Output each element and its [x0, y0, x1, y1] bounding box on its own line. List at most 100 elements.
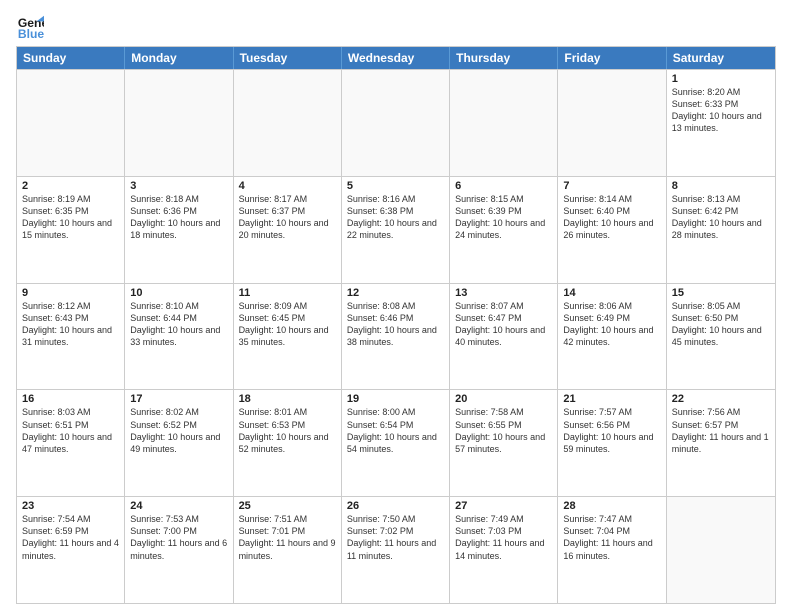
day-number: 5 — [347, 180, 444, 192]
day-number: 1 — [672, 73, 770, 85]
day-cell-empty-0-0 — [17, 70, 125, 176]
day-info: Sunrise: 8:18 AM Sunset: 6:36 PM Dayligh… — [130, 193, 227, 242]
day-cell-22: 22Sunrise: 7:56 AM Sunset: 6:57 PM Dayli… — [667, 390, 775, 496]
day-info: Sunrise: 8:09 AM Sunset: 6:45 PM Dayligh… — [239, 300, 336, 349]
day-info: Sunrise: 7:53 AM Sunset: 7:00 PM Dayligh… — [130, 513, 227, 562]
day-cell-26: 26Sunrise: 7:50 AM Sunset: 7:02 PM Dayli… — [342, 497, 450, 603]
day-number: 8 — [672, 180, 770, 192]
day-cell-20: 20Sunrise: 7:58 AM Sunset: 6:55 PM Dayli… — [450, 390, 558, 496]
day-number: 9 — [22, 287, 119, 299]
day-cell-4: 4Sunrise: 8:17 AM Sunset: 6:37 PM Daylig… — [234, 177, 342, 283]
day-cell-15: 15Sunrise: 8:05 AM Sunset: 6:50 PM Dayli… — [667, 284, 775, 390]
day-info: Sunrise: 8:06 AM Sunset: 6:49 PM Dayligh… — [563, 300, 660, 349]
day-info: Sunrise: 8:05 AM Sunset: 6:50 PM Dayligh… — [672, 300, 770, 349]
week-row-4: 16Sunrise: 8:03 AM Sunset: 6:51 PM Dayli… — [17, 389, 775, 496]
day-info: Sunrise: 8:14 AM Sunset: 6:40 PM Dayligh… — [563, 193, 660, 242]
day-cell-empty-0-1 — [125, 70, 233, 176]
day-info: Sunrise: 7:47 AM Sunset: 7:04 PM Dayligh… — [563, 513, 660, 562]
day-number: 16 — [22, 393, 119, 405]
day-number: 27 — [455, 500, 552, 512]
day-number: 11 — [239, 287, 336, 299]
day-number: 19 — [347, 393, 444, 405]
day-number: 6 — [455, 180, 552, 192]
day-info: Sunrise: 8:20 AM Sunset: 6:33 PM Dayligh… — [672, 86, 770, 135]
day-info: Sunrise: 8:13 AM Sunset: 6:42 PM Dayligh… — [672, 193, 770, 242]
day-cell-8: 8Sunrise: 8:13 AM Sunset: 6:42 PM Daylig… — [667, 177, 775, 283]
day-cell-2: 2Sunrise: 8:19 AM Sunset: 6:35 PM Daylig… — [17, 177, 125, 283]
day-info: Sunrise: 8:01 AM Sunset: 6:53 PM Dayligh… — [239, 406, 336, 455]
day-cell-empty-0-4 — [450, 70, 558, 176]
day-cell-5: 5Sunrise: 8:16 AM Sunset: 6:38 PM Daylig… — [342, 177, 450, 283]
day-number: 21 — [563, 393, 660, 405]
day-number: 28 — [563, 500, 660, 512]
day-cell-3: 3Sunrise: 8:18 AM Sunset: 6:36 PM Daylig… — [125, 177, 233, 283]
day-number: 17 — [130, 393, 227, 405]
day-info: Sunrise: 8:15 AM Sunset: 6:39 PM Dayligh… — [455, 193, 552, 242]
day-cell-16: 16Sunrise: 8:03 AM Sunset: 6:51 PM Dayli… — [17, 390, 125, 496]
day-cell-9: 9Sunrise: 8:12 AM Sunset: 6:43 PM Daylig… — [17, 284, 125, 390]
weekday-header-monday: Monday — [125, 47, 233, 69]
day-number: 10 — [130, 287, 227, 299]
page: General Blue SundayMondayTuesdayWednesda… — [0, 0, 792, 612]
day-info: Sunrise: 7:58 AM Sunset: 6:55 PM Dayligh… — [455, 406, 552, 455]
day-number: 12 — [347, 287, 444, 299]
day-cell-18: 18Sunrise: 8:01 AM Sunset: 6:53 PM Dayli… — [234, 390, 342, 496]
day-number: 20 — [455, 393, 552, 405]
day-cell-19: 19Sunrise: 8:00 AM Sunset: 6:54 PM Dayli… — [342, 390, 450, 496]
weekday-header-sunday: Sunday — [17, 47, 125, 69]
day-info: Sunrise: 8:16 AM Sunset: 6:38 PM Dayligh… — [347, 193, 444, 242]
weekday-header-thursday: Thursday — [450, 47, 558, 69]
calendar: SundayMondayTuesdayWednesdayThursdayFrid… — [16, 46, 776, 604]
day-cell-12: 12Sunrise: 8:08 AM Sunset: 6:46 PM Dayli… — [342, 284, 450, 390]
weekday-header-tuesday: Tuesday — [234, 47, 342, 69]
day-cell-empty-4-6 — [667, 497, 775, 603]
day-info: Sunrise: 7:49 AM Sunset: 7:03 PM Dayligh… — [455, 513, 552, 562]
week-row-1: 1Sunrise: 8:20 AM Sunset: 6:33 PM Daylig… — [17, 69, 775, 176]
day-info: Sunrise: 8:02 AM Sunset: 6:52 PM Dayligh… — [130, 406, 227, 455]
day-info: Sunrise: 7:51 AM Sunset: 7:01 PM Dayligh… — [239, 513, 336, 562]
day-info: Sunrise: 8:07 AM Sunset: 6:47 PM Dayligh… — [455, 300, 552, 349]
day-info: Sunrise: 8:03 AM Sunset: 6:51 PM Dayligh… — [22, 406, 119, 455]
day-cell-27: 27Sunrise: 7:49 AM Sunset: 7:03 PM Dayli… — [450, 497, 558, 603]
day-number: 26 — [347, 500, 444, 512]
day-cell-23: 23Sunrise: 7:54 AM Sunset: 6:59 PM Dayli… — [17, 497, 125, 603]
day-info: Sunrise: 7:57 AM Sunset: 6:56 PM Dayligh… — [563, 406, 660, 455]
day-number: 14 — [563, 287, 660, 299]
weekday-header-friday: Friday — [558, 47, 666, 69]
day-cell-13: 13Sunrise: 8:07 AM Sunset: 6:47 PM Dayli… — [450, 284, 558, 390]
svg-text:Blue: Blue — [18, 27, 44, 40]
day-info: Sunrise: 8:19 AM Sunset: 6:35 PM Dayligh… — [22, 193, 119, 242]
day-number: 7 — [563, 180, 660, 192]
day-number: 4 — [239, 180, 336, 192]
day-cell-6: 6Sunrise: 8:15 AM Sunset: 6:39 PM Daylig… — [450, 177, 558, 283]
weekday-header-wednesday: Wednesday — [342, 47, 450, 69]
day-number: 3 — [130, 180, 227, 192]
day-cell-17: 17Sunrise: 8:02 AM Sunset: 6:52 PM Dayli… — [125, 390, 233, 496]
day-cell-empty-0-5 — [558, 70, 666, 176]
day-number: 2 — [22, 180, 119, 192]
day-cell-10: 10Sunrise: 8:10 AM Sunset: 6:44 PM Dayli… — [125, 284, 233, 390]
day-info: Sunrise: 8:00 AM Sunset: 6:54 PM Dayligh… — [347, 406, 444, 455]
weekday-header-saturday: Saturday — [667, 47, 775, 69]
week-row-3: 9Sunrise: 8:12 AM Sunset: 6:43 PM Daylig… — [17, 283, 775, 390]
day-cell-11: 11Sunrise: 8:09 AM Sunset: 6:45 PM Dayli… — [234, 284, 342, 390]
day-cell-25: 25Sunrise: 7:51 AM Sunset: 7:01 PM Dayli… — [234, 497, 342, 603]
day-cell-empty-0-3 — [342, 70, 450, 176]
day-number: 23 — [22, 500, 119, 512]
day-number: 25 — [239, 500, 336, 512]
day-number: 24 — [130, 500, 227, 512]
day-cell-21: 21Sunrise: 7:57 AM Sunset: 6:56 PM Dayli… — [558, 390, 666, 496]
day-info: Sunrise: 8:10 AM Sunset: 6:44 PM Dayligh… — [130, 300, 227, 349]
day-cell-14: 14Sunrise: 8:06 AM Sunset: 6:49 PM Dayli… — [558, 284, 666, 390]
day-number: 22 — [672, 393, 770, 405]
day-cell-empty-0-2 — [234, 70, 342, 176]
day-cell-7: 7Sunrise: 8:14 AM Sunset: 6:40 PM Daylig… — [558, 177, 666, 283]
day-info: Sunrise: 7:54 AM Sunset: 6:59 PM Dayligh… — [22, 513, 119, 562]
calendar-header-row: SundayMondayTuesdayWednesdayThursdayFrid… — [17, 47, 775, 69]
day-info: Sunrise: 7:50 AM Sunset: 7:02 PM Dayligh… — [347, 513, 444, 562]
logo-icon: General Blue — [16, 12, 44, 40]
day-number: 18 — [239, 393, 336, 405]
day-cell-24: 24Sunrise: 7:53 AM Sunset: 7:00 PM Dayli… — [125, 497, 233, 603]
week-row-2: 2Sunrise: 8:19 AM Sunset: 6:35 PM Daylig… — [17, 176, 775, 283]
day-number: 15 — [672, 287, 770, 299]
